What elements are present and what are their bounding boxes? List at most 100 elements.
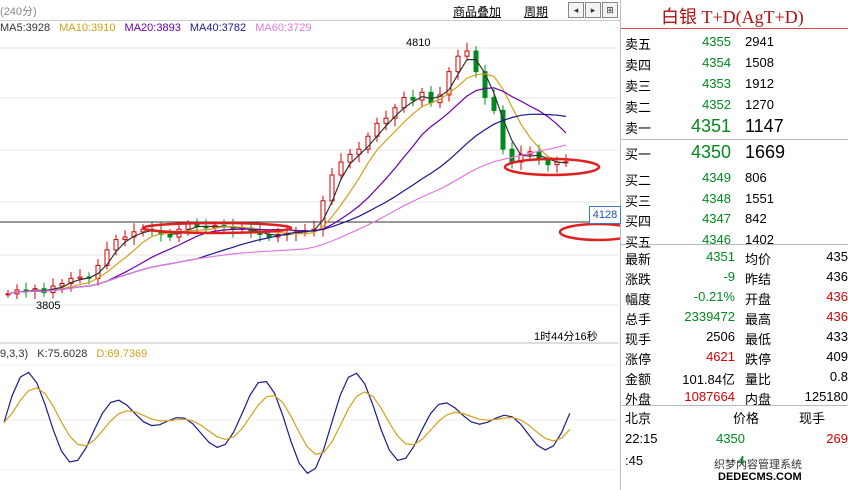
ask-row[interactable]: 卖五 4355 2941	[621, 31, 848, 53]
stat-value-2: 0.8	[829, 369, 848, 384]
candle-body	[77, 276, 83, 279]
candle-body	[122, 236, 128, 241]
stat-value-2: 409	[826, 349, 848, 364]
watermark-line2: DEDECMS.COM	[718, 471, 802, 483]
kdj-legend: 9,3,3) K:75.6028 D:69.7369	[0, 348, 153, 360]
candle-body	[185, 223, 191, 230]
ma5-line	[7, 59, 567, 295]
stats-row: 金额 101.84亿 量比 0.8	[621, 366, 848, 387]
bid-label: 买二	[625, 173, 652, 188]
stats-row: 总手 2339472 最高 436	[621, 306, 848, 327]
ask-volume: 1270	[745, 97, 774, 112]
candle-body	[59, 283, 65, 287]
stat-value: 4351	[706, 249, 735, 264]
bid-label: 买三	[625, 193, 652, 209]
bid-price: 4350	[690, 142, 731, 162]
ma40-line	[7, 113, 567, 295]
ask-price: 4352	[702, 97, 731, 112]
kdj-d-line	[3, 387, 571, 455]
ask-label: 卖三	[625, 79, 652, 94]
ask-label: 卖一	[625, 121, 652, 136]
bid-volume: 1551	[745, 190, 774, 206]
tick-row: 22:15 4350 269	[621, 428, 848, 448]
tick-price: 4350	[716, 431, 745, 446]
highlight-ellipse	[558, 222, 620, 242]
candle-body	[509, 148, 515, 163]
bid-row[interactable]: 买二 4349 806	[621, 167, 848, 189]
ask-volume: 2941	[745, 34, 774, 49]
stats-row: 现手 2506 最低 433	[621, 326, 848, 347]
bid-volume: 1669	[745, 142, 786, 162]
tick-header: 北京 价格 现手	[621, 406, 848, 426]
candle-body	[410, 97, 416, 101]
stats-row: 涨跌 -9 昨结 436	[621, 266, 848, 287]
stats-row: 涨停 4621 跌停 409	[621, 346, 848, 367]
stat-value-2: 436	[826, 309, 848, 324]
highlight-ellipse	[503, 157, 601, 177]
ask-row[interactable]: 卖一 4351 1147	[621, 115, 848, 137]
candle-body	[113, 239, 119, 251]
stat-value-2: 436	[826, 289, 848, 304]
chart-area[interactable]: (240分) 商品叠加 周期 ◂ ▸ ⊞ MA5:3928 MA10:3910 …	[0, 0, 621, 490]
bid-label: 买四	[625, 214, 652, 229]
bid-price: 4349	[702, 170, 731, 185]
stat-value: 1087664	[684, 389, 735, 404]
ask-price: 4355	[702, 34, 731, 49]
countdown-label: 1时44分16秒	[534, 331, 598, 343]
ask-row[interactable]: 卖四 4354 1508	[621, 52, 848, 74]
low-label: 3805	[36, 300, 61, 312]
bid-row[interactable]: 买四 4347 842	[621, 208, 848, 230]
kdj-params: 9,3,3)	[0, 348, 29, 360]
ma60-line	[7, 144, 567, 295]
ask-row[interactable]: 卖三 4353 1912	[621, 73, 848, 95]
ask-price: 4351	[690, 116, 731, 136]
book-divider	[621, 139, 848, 140]
bid-price: 4347	[702, 211, 731, 226]
stat-value-2: 125180	[804, 389, 848, 404]
candle-body	[464, 50, 470, 57]
stat-value-2: 436	[826, 269, 848, 284]
bid-row[interactable]: 买一 4350 1669	[621, 141, 848, 163]
stat-value: -0.21%	[693, 289, 735, 304]
stats-row: 最新 4351 均价 435	[621, 246, 848, 267]
tick-volume: 269	[826, 431, 848, 446]
candle-body	[455, 55, 461, 73]
tick-price-header: 价格	[733, 411, 760, 426]
ask-label: 卖二	[625, 100, 652, 115]
ask-volume: 1912	[745, 76, 774, 91]
candle-body	[338, 161, 344, 176]
tick-time: :45	[625, 453, 644, 468]
stat-value-2: 435	[826, 249, 848, 264]
bid-volume: 806	[745, 170, 767, 185]
kdj-k-line	[3, 371, 571, 475]
tick-time: 22:15	[625, 431, 658, 446]
ask-volume: 1147	[745, 116, 784, 136]
price-chart[interactable]	[0, 0, 620, 490]
ask-row[interactable]: 卖二 4352 1270	[621, 94, 848, 116]
ask-label: 卖四	[625, 58, 652, 73]
bid-row[interactable]: 买三 4348 1551	[621, 188, 848, 210]
stats-row: 幅度 -0.21% 开盘 436	[621, 286, 848, 307]
stat-value: 4621	[706, 349, 735, 364]
stat-value-2: 433	[826, 329, 848, 344]
ma10-line	[7, 73, 567, 295]
candle-body	[167, 233, 173, 238]
bid-volume: 842	[745, 211, 767, 226]
bid-label: 买一	[625, 147, 652, 162]
stat-value: -9	[723, 269, 735, 284]
candle-body	[347, 153, 353, 163]
candle-body	[428, 91, 434, 104]
instrument-name: 白银 T+D(AgT+D)	[661, 7, 804, 27]
quote-panel: 白银 T+D(AgT+D) 卖五 4355 2941 卖四 4354 1508 卖三 4353…	[621, 0, 848, 490]
high-label: 4810	[406, 37, 431, 49]
candle-body	[383, 117, 389, 124]
stats-row: 外盘 1087664 内盘 125180	[621, 386, 848, 407]
ask-price: 4354	[702, 55, 731, 70]
ask-label: 卖五	[625, 37, 652, 52]
tick-vol-header: 现手	[799, 411, 826, 426]
ask-price: 4353	[702, 76, 731, 91]
kdj-d-label: D:69.7369	[96, 348, 148, 360]
watermark-line1: 织梦内容管理系统	[714, 459, 802, 471]
stat-value: 2506	[706, 329, 735, 344]
bid-price: 4348	[702, 190, 731, 206]
